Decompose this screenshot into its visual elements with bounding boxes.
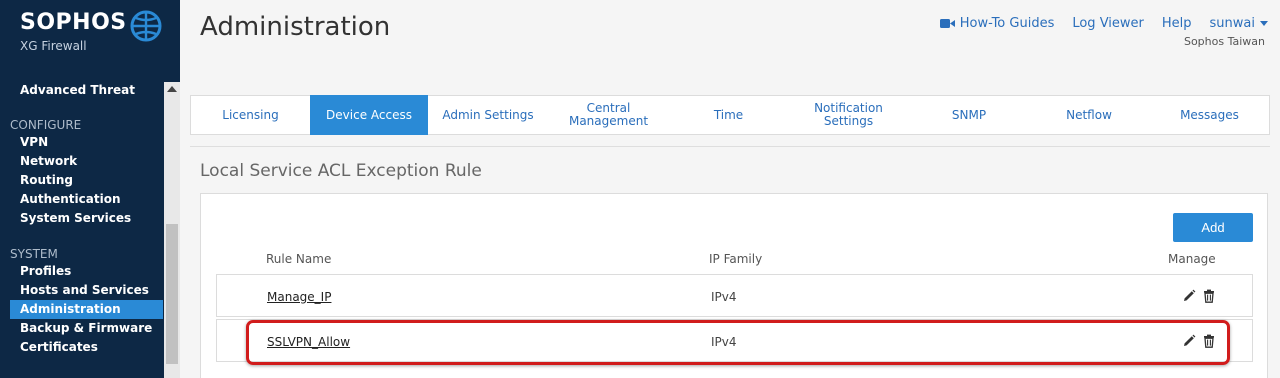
top-links: How-To Guides Log Viewer Help sunwai <box>922 16 1268 31</box>
sidebar: SOPHOS XG Firewall Advanced Threat CONFIG… <box>0 0 180 378</box>
tab-notification-settings[interactable]: Notification Settings <box>788 95 909 135</box>
howto-guides-label: How-To Guides <box>959 16 1055 31</box>
sophos-globe-logo-icon <box>130 10 162 42</box>
howto-guides-link[interactable]: How-To Guides <box>939 16 1055 31</box>
tab-time[interactable]: Time <box>669 95 788 135</box>
divider <box>190 146 1270 147</box>
sidebar-item-vpn[interactable]: VPN <box>20 133 48 152</box>
column-header-manage: Manage <box>1168 252 1216 266</box>
trash-icon[interactable] <box>1202 334 1216 348</box>
sidebar-item-advanced-threat[interactable]: Advanced Threat <box>20 81 135 100</box>
tab-snmp[interactable]: SNMP <box>909 95 1029 135</box>
rule-name-link[interactable]: SSLVPN_Allow <box>267 335 350 349</box>
acl-exception-panel: Add Rule Name IP Family Manage Manage_IP… <box>200 193 1268 378</box>
ip-family-value: IPv4 <box>711 290 737 304</box>
trash-icon[interactable] <box>1202 289 1216 303</box>
ip-family-value: IPv4 <box>711 335 737 349</box>
edit-pencil-icon[interactable] <box>1182 289 1196 303</box>
tab-device-access[interactable]: Device Access <box>310 95 428 135</box>
chevron-down-icon <box>1260 21 1268 26</box>
sidebar-item-profiles[interactable]: Profiles <box>20 262 71 281</box>
help-link[interactable]: Help <box>1162 16 1192 31</box>
page-title: Administration <box>200 12 391 42</box>
brand-name: SOPHOS <box>20 10 127 35</box>
scroll-thumb[interactable] <box>166 224 178 364</box>
user-menu[interactable]: sunwai <box>1210 16 1268 31</box>
sidebar-item-network[interactable]: Network <box>20 152 77 171</box>
manage-actions <box>1182 289 1222 303</box>
video-camera-icon <box>939 19 955 28</box>
column-header-rule-name: Rule Name <box>266 252 332 266</box>
add-button[interactable]: Add <box>1173 213 1253 242</box>
sidebar-item-system-services[interactable]: System Services <box>20 209 131 228</box>
sidebar-item-hosts-and-services[interactable]: Hosts and Services <box>20 281 149 300</box>
rule-name-link[interactable]: Manage_IP <box>267 290 331 304</box>
log-viewer-link[interactable]: Log Viewer <box>1072 16 1144 31</box>
sidebar-item-authentication[interactable]: Authentication <box>20 190 121 209</box>
sidebar-item-backup-firmware[interactable]: Backup & Firmware <box>20 319 152 338</box>
sidebar-item-routing[interactable]: Routing <box>20 171 73 190</box>
edit-pencil-icon[interactable] <box>1182 334 1196 348</box>
table-row: Manage_IP IPv4 <box>216 274 1253 317</box>
manage-actions <box>1182 334 1222 348</box>
tab-netflow[interactable]: Netflow <box>1029 95 1149 135</box>
organization-name: Sophos Taiwan <box>1183 35 1265 48</box>
scroll-up-arrow-icon[interactable] <box>167 86 177 92</box>
brand-subtitle: XG Firewall <box>20 39 87 53</box>
column-header-ip-family: IP Family <box>709 252 763 266</box>
sidebar-scrollbar[interactable] <box>164 82 180 378</box>
user-name: sunwai <box>1209 16 1255 31</box>
sidebar-nav: Advanced Threat CONFIGURE VPN Network Routin… <box>0 76 164 378</box>
sidebar-item-certificates[interactable]: Certificates <box>20 338 98 357</box>
brand: SOPHOS XG Firewall <box>20 10 127 54</box>
tab-central-management[interactable]: Central Management <box>548 95 669 135</box>
section-title: Local Service ACL Exception Rule <box>200 161 482 181</box>
table-row: SSLVPN_Allow IPv4 <box>216 319 1253 362</box>
tab-admin-settings[interactable]: Admin Settings <box>428 95 548 135</box>
sidebar-item-administration[interactable]: Administration <box>10 300 163 319</box>
tab-bar: Licensing Device Access Admin Settings Cent… <box>190 95 1270 135</box>
tab-messages[interactable]: Messages <box>1149 95 1270 135</box>
tab-licensing[interactable]: Licensing <box>191 95 310 135</box>
